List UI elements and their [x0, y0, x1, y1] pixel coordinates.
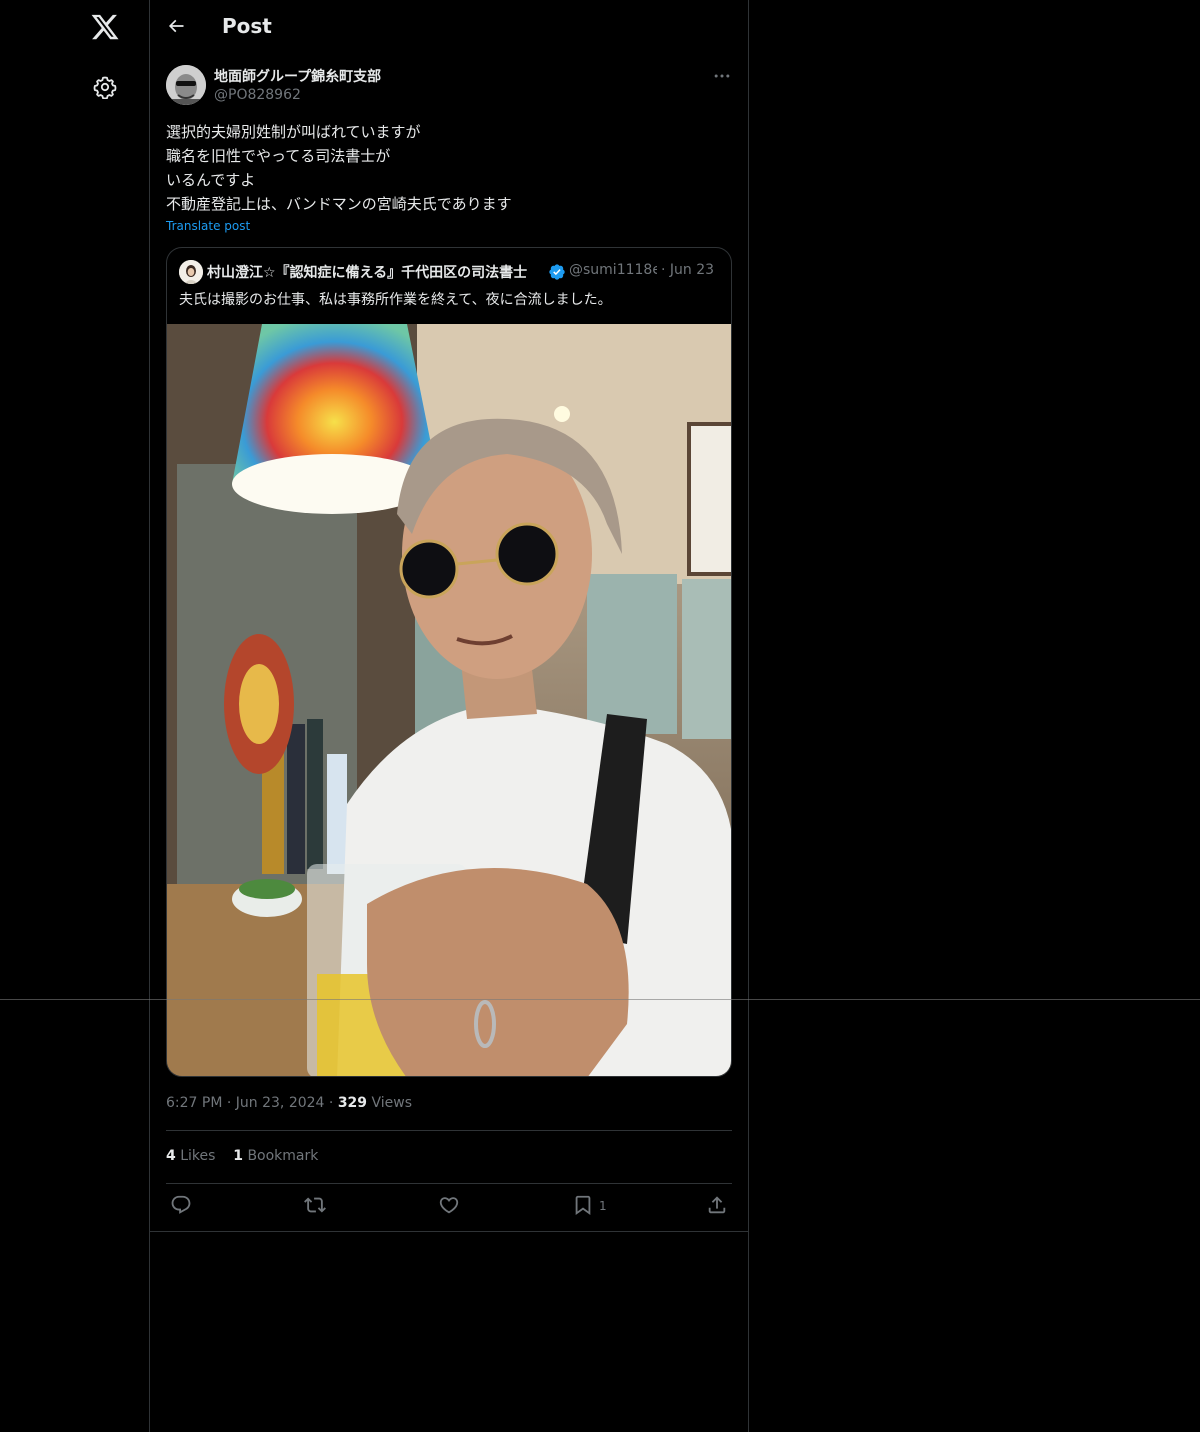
post-line: 選択的夫婦別姓制が叫ばれていますが — [166, 123, 421, 141]
left-nav — [0, 0, 150, 1432]
post-time[interactable]: 6:27 PM — [166, 1095, 222, 1111]
translate-link[interactable]: Translate post — [166, 219, 250, 233]
reply-icon — [171, 1195, 191, 1214]
main-column: Post 地面師グループ錦糸町支部 @PO828962 選択的夫婦別姓制が叫ばれ… — [150, 0, 749, 1432]
post-stats: 4 Likes 1 Bookmark — [166, 1148, 318, 1164]
post-line: いるんですよ — [166, 171, 256, 189]
post-meta: 6:27 PM · Jun 23, 2024 · 329 Views — [166, 1095, 412, 1111]
post-line: 職名を旧性でやってる司法書士が — [166, 147, 391, 165]
quote-photo[interactable] — [167, 324, 731, 1076]
views-label: Views — [371, 1095, 413, 1111]
x-logo-icon[interactable] — [90, 12, 120, 42]
quote-header: 村山澄江☆『認知症に備える』千代田区の司法書士 @sumi1118e · Jun… — [207, 262, 722, 282]
quote-text: 夫氏は撮影のお仕事、私は事務所作業を終えて、夜に合流しました。 — [179, 292, 612, 308]
likes-stat[interactable]: 4 Likes — [166, 1148, 215, 1164]
share-icon — [708, 1196, 726, 1214]
meta-separator: · — [226, 1095, 232, 1111]
divider — [166, 1183, 732, 1184]
post-date[interactable]: Jun 23, 2024 — [236, 1095, 325, 1111]
likes-label: Likes — [180, 1148, 216, 1164]
reply-button[interactable] — [170, 1194, 192, 1218]
action-bar: 1 — [150, 1194, 748, 1220]
retweet-button[interactable] — [304, 1194, 326, 1218]
quoted-post[interactable]: 村山澄江☆『認知症に備える』千代田区の司法書士 @sumi1118e · Jun… — [166, 247, 732, 1077]
gear-icon[interactable] — [93, 75, 117, 99]
quote-date[interactable]: · Jun 23 — [661, 262, 714, 278]
views-count: 329 — [337, 1095, 368, 1111]
avatar[interactable] — [166, 65, 206, 105]
bookmark-button[interactable]: 1 — [572, 1194, 607, 1218]
screen-divider-line — [0, 999, 1200, 1000]
bookmarks-label: Bookmark — [247, 1148, 319, 1164]
top-bar: Post — [150, 0, 748, 54]
post-text: 選択的夫婦別姓制が叫ばれていますが 職名を旧性でやってる司法書士が いるんですよ… — [166, 120, 732, 216]
like-icon — [439, 1197, 459, 1214]
more-icon[interactable] — [712, 66, 732, 86]
verified-badge-icon — [549, 264, 565, 280]
quote-date-text: Jun 23 — [669, 262, 715, 278]
divider — [150, 1231, 748, 1232]
bookmark-count: 1 — [599, 1199, 607, 1213]
bookmarks-stat[interactable]: 1 Bookmark — [233, 1148, 318, 1164]
meta-separator: · — [328, 1095, 334, 1111]
likes-count: 4 — [166, 1148, 176, 1164]
quote-avatar[interactable] — [179, 260, 203, 284]
page-title: Post — [222, 14, 272, 38]
retweet-icon — [304, 1197, 326, 1213]
bookmarks-count: 1 — [233, 1148, 243, 1164]
like-button[interactable] — [438, 1194, 460, 1218]
bookmark-icon — [575, 1195, 591, 1216]
post-line: 不動産登記上は、バンドマンの宮崎夫氏であります — [166, 195, 512, 213]
divider — [166, 1130, 732, 1131]
author-handle[interactable]: @PO828962 — [214, 87, 301, 103]
author-name[interactable]: 地面師グループ錦糸町支部 — [214, 66, 381, 86]
back-arrow-icon[interactable] — [166, 16, 186, 36]
quote-date-separator: · — [661, 262, 666, 278]
quote-author-name[interactable]: 村山澄江☆『認知症に備える』千代田区の司法書士 — [207, 262, 547, 282]
share-button[interactable] — [706, 1194, 728, 1218]
quote-author-handle[interactable]: @sumi1118e — [569, 262, 657, 278]
